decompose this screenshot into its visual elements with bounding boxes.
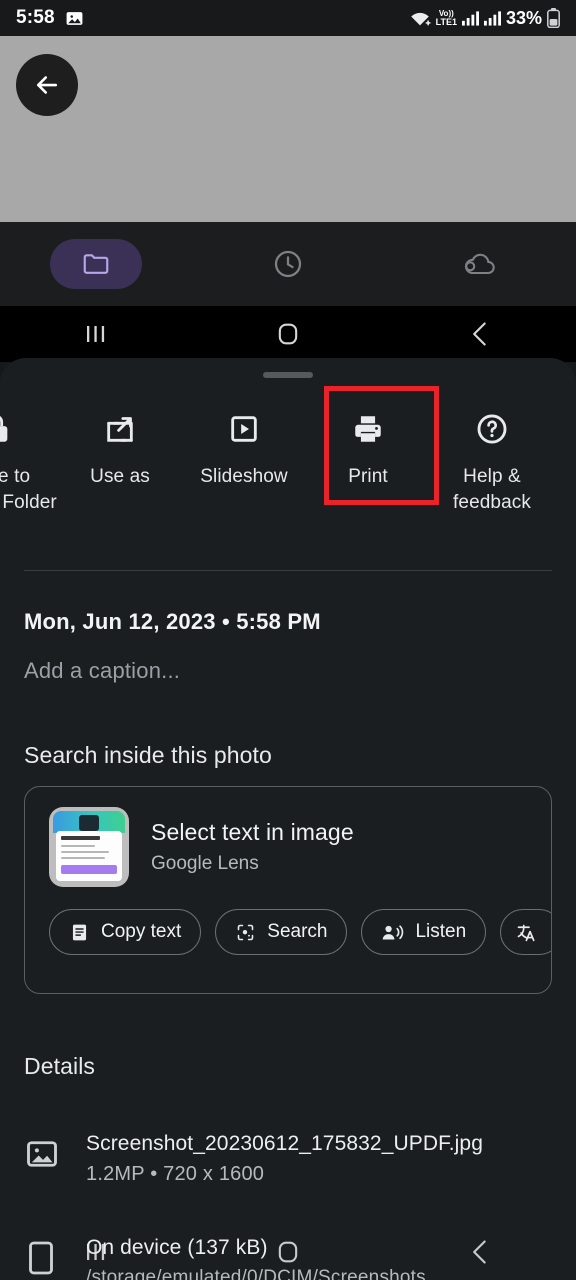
signal-icon: [483, 10, 501, 26]
open-in-new-icon: [103, 406, 137, 452]
google-lens-card[interactable]: Select text in image Google Lens Copy te…: [24, 786, 552, 994]
back-button[interactable]: [16, 54, 78, 116]
folder-icon: [81, 249, 111, 279]
nav-home-button[interactable]: [192, 1238, 384, 1266]
battery-percent-label: 33%: [505, 7, 542, 28]
status-bar: 5:58 Vo)) LTE1 33%: [0, 0, 576, 36]
nav-recents-button[interactable]: [0, 1240, 192, 1264]
gallery-icon: [65, 9, 84, 28]
action-label: Move to Locked Folder: [0, 466, 57, 513]
status-bar-left: 5:58: [16, 7, 84, 29]
volte-bottom-label: LTE1: [435, 16, 457, 27]
status-bar-clock: 5:58: [16, 7, 55, 28]
tab-strip: [0, 222, 576, 306]
action-label: Use as: [90, 466, 150, 487]
sheet-divider: [24, 570, 552, 571]
chip-translate[interactable]: [500, 909, 551, 955]
lens-search-icon: [235, 922, 256, 943]
thumbnail-logo: [79, 815, 99, 831]
listen-icon: [381, 922, 404, 943]
photo-date-time: Mon, Jun 12, 2023 • 5:58 PM: [24, 609, 321, 634]
photo-thumbnail: [49, 807, 129, 887]
lens-card-subtitle: Google Lens: [151, 853, 259, 874]
wifi-icon: [409, 9, 431, 27]
system-nav-bar-upper: [0, 306, 576, 362]
cloud-icon: [462, 249, 498, 279]
lens-card-text: Select text in image Google Lens: [151, 819, 354, 875]
sheet-drag-handle[interactable]: [263, 372, 313, 378]
tab-cloud[interactable]: [384, 222, 576, 306]
detail-file-meta: 1.2MP • 720 x 1600: [86, 1163, 265, 1185]
tab-recent[interactable]: [192, 222, 384, 306]
image-icon: [24, 1132, 86, 1172]
thumbnail-content-sheet: [56, 831, 122, 881]
thumbnail-heading-line: [61, 836, 101, 840]
caption-input[interactable]: Add a caption...: [24, 658, 180, 684]
thumbnail-button: [61, 865, 117, 874]
chip-label: Copy text: [101, 921, 182, 942]
chip-search[interactable]: Search: [215, 909, 348, 955]
photo-preview-area[interactable]: [0, 36, 576, 222]
action-row: Move to Locked Folder Use as Slideshow P…: [0, 388, 576, 516]
lens-chip-row: Copy text Search Listen: [25, 887, 551, 955]
action-use-as[interactable]: Use as: [58, 388, 182, 490]
system-nav-bar-lower: [0, 1224, 576, 1280]
action-move-to-locked-folder[interactable]: Move to Locked Folder: [0, 388, 58, 516]
status-bar-right: Vo)) LTE1 33%: [409, 8, 560, 29]
clock-icon: [272, 248, 304, 280]
chip-label: Search: [267, 921, 328, 942]
detail-row-file[interactable]: Screenshot_20230612_175832_UPDF.jpg 1.2M…: [24, 1132, 552, 1186]
battery-icon: [547, 8, 560, 28]
detail-file-text: Screenshot_20230612_175832_UPDF.jpg 1.2M…: [86, 1132, 552, 1186]
action-label: Help & feedback: [453, 466, 531, 513]
thumbnail-text-line: [61, 851, 109, 853]
tab-folder[interactable]: [0, 222, 192, 306]
help-circle-icon: [475, 406, 509, 452]
signal-icon: [461, 10, 479, 26]
action-help-and-feedback[interactable]: Help & feedback: [430, 388, 554, 516]
nav-back-button[interactable]: [384, 1238, 576, 1266]
nav-recents-button[interactable]: [0, 322, 192, 346]
thumbnail-text-line: [61, 845, 95, 847]
action-label: Print: [348, 466, 388, 487]
nav-back-button[interactable]: [384, 320, 576, 348]
play-box-icon: [227, 406, 261, 452]
chip-listen[interactable]: Listen: [361, 909, 487, 955]
lens-card-title: Select text in image: [151, 819, 354, 845]
action-label: Slideshow: [200, 466, 288, 487]
translate-icon: [515, 922, 536, 943]
copy-text-icon: [69, 922, 90, 943]
phone-screen: 5:58 Vo)) LTE1 33% e to Folder Use as Sl…: [0, 0, 576, 1280]
search-section-title: Search inside this photo: [24, 742, 272, 768]
action-slideshow[interactable]: Slideshow: [182, 388, 306, 490]
volte-icon: Vo)) LTE1: [435, 9, 457, 27]
lock-icon: [0, 406, 13, 452]
thumbnail-text-line: [61, 857, 105, 859]
lens-card-header: Select text in image Google Lens: [25, 787, 551, 887]
tab-folder-pill: [50, 239, 142, 289]
action-print[interactable]: Print: [306, 388, 430, 490]
chip-copy-text[interactable]: Copy text: [49, 909, 202, 955]
details-section-title: Details: [24, 1053, 96, 1079]
printer-icon: [351, 406, 385, 452]
nav-home-button[interactable]: [192, 320, 384, 348]
detail-file-name: Screenshot_20230612_175832_UPDF.jpg: [86, 1132, 483, 1155]
arrow-left-icon: [32, 70, 62, 100]
chip-label: Listen: [415, 921, 467, 942]
